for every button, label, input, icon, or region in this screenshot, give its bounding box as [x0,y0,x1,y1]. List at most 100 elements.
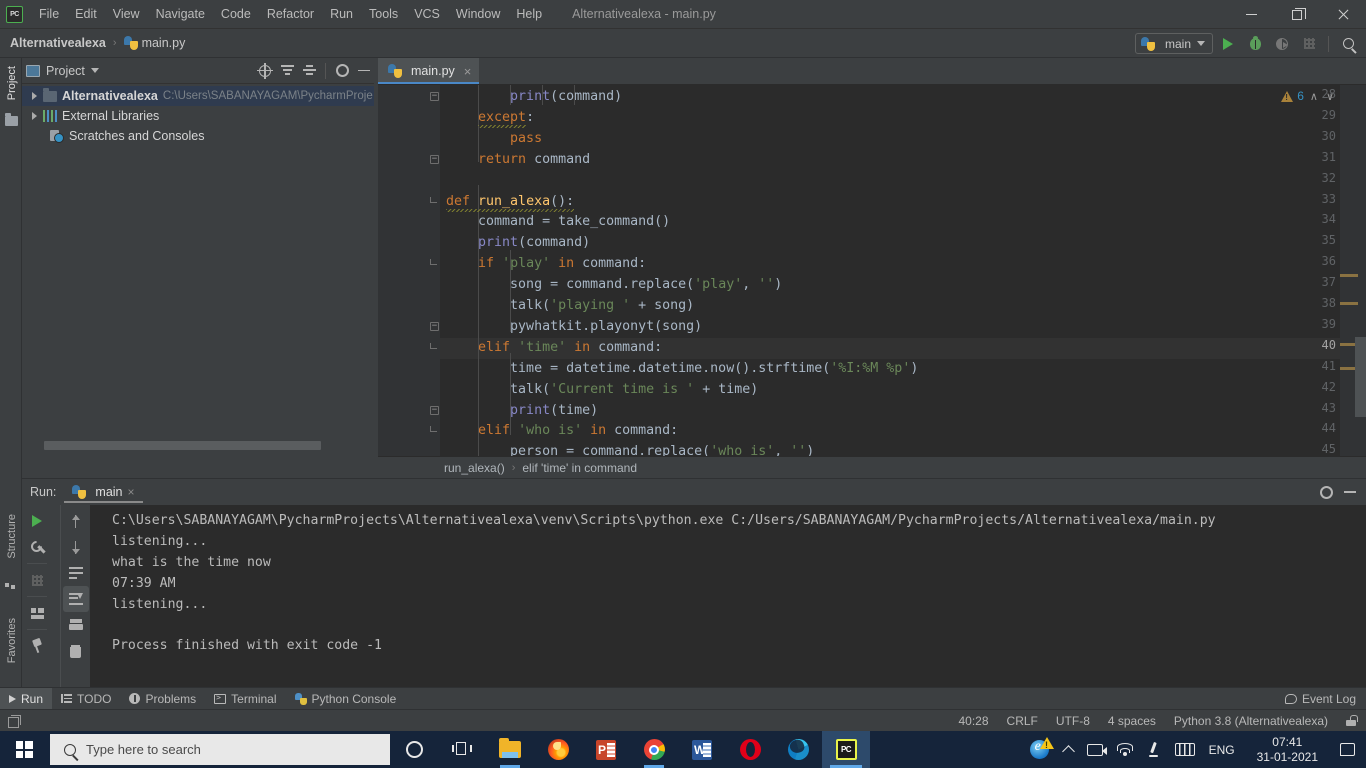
sidebar-tab-favorites[interactable]: Favorites [3,614,21,667]
soft-wrap-button[interactable] [63,560,89,586]
task-view-button[interactable] [438,731,486,768]
expand-all-button[interactable] [277,61,297,81]
coverage-button[interactable] [1270,32,1294,56]
taskbar-app-file-explorer[interactable] [486,731,534,768]
close-icon[interactable]: × [464,64,472,79]
bottom-tab-terminal[interactable]: Terminal [205,688,285,710]
caret-position[interactable]: 40:28 [959,714,989,728]
menu-edit[interactable]: Edit [67,3,105,25]
next-occurrence-button[interactable] [63,534,89,560]
previous-problem-icon[interactable]: ∧ [1308,90,1320,103]
minimize-button[interactable] [1228,0,1274,29]
bottom-tab-run[interactable]: Run [0,687,53,710]
tray-language[interactable]: ENG [1202,731,1242,768]
search-everywhere-button[interactable] [1336,32,1360,56]
code-fold-icon[interactable] [430,196,437,203]
cortana-button[interactable] [390,731,438,768]
layout-button[interactable] [24,600,50,626]
tray-clock[interactable]: 07:41 31-01-2021 [1242,731,1333,768]
profile-button[interactable] [1297,32,1321,56]
next-problem-icon[interactable]: ∨ [1324,90,1336,103]
menu-file[interactable]: File [31,3,67,25]
code-fold-icon[interactable] [430,426,437,433]
taskbar-app-firefox[interactable] [534,731,582,768]
editor-tab-main-py[interactable]: main.py × [378,58,480,84]
code-fold-icon[interactable]: − [430,154,439,164]
code-fold-icon[interactable]: − [430,92,439,101]
run-button[interactable] [1216,32,1240,56]
code-fold-icon[interactable]: − [430,405,439,415]
editor-vertical-scrollbar-thumb[interactable] [1355,337,1366,417]
debug-button[interactable] [1243,32,1267,56]
inspection-widget[interactable]: 6 ∧ ∨ [1281,89,1336,103]
collapse-all-button[interactable] [299,61,319,81]
scrollbar-thumb[interactable] [44,441,321,450]
maximize-button[interactable] [1274,0,1320,29]
hide-panel-button[interactable] [354,61,374,81]
tray-network[interactable] [1110,731,1140,768]
tray-show-hidden-icons[interactable] [1057,731,1080,768]
taskbar-app-word[interactable]: W [678,731,726,768]
run-console-output[interactable]: C:\Users\SABANAYAGAM\PycharmProjects\Alt… [90,505,1366,688]
tray-action-center[interactable] [1333,731,1362,768]
indent-setting[interactable]: 4 spaces [1108,714,1156,728]
bottom-tab-problems[interactable]: Problems [120,688,205,710]
run-settings-button[interactable] [1316,482,1336,502]
python-interpreter[interactable]: Python 3.8 (Alternativealexa) [1174,714,1328,728]
clear-all-button[interactable] [63,638,89,664]
breadcrumb-file[interactable]: main.py [122,34,188,52]
project-settings-button[interactable] [332,61,352,81]
project-panel-title[interactable]: Project [46,64,85,78]
code-fold-icon[interactable]: − [430,321,439,331]
sidebar-tab-project[interactable]: Project [3,62,21,104]
stop-button[interactable] [24,567,50,593]
chevron-right-icon[interactable] [32,92,37,100]
breadcrumb-project[interactable]: Alternativealexa [8,34,108,52]
tree-item-scratches-and-consoles[interactable]: Scratches and Consoles [22,126,378,146]
tray-internet-explorer[interactable] [1023,731,1057,768]
bottom-tab-todo[interactable]: TODO [52,688,120,710]
menu-window[interactable]: Window [448,3,508,25]
pin-tab-button[interactable] [24,633,50,659]
chevron-down-icon[interactable] [90,68,99,73]
breadcrumb-function[interactable]: run_alexa() [444,461,505,475]
previous-occurrence-button[interactable] [63,508,89,534]
bottom-tab-python-console[interactable]: Python Console [286,688,406,710]
event-log-button[interactable]: Event Log [1284,692,1366,706]
run-configuration-selector[interactable]: main [1134,33,1213,54]
menu-vcs[interactable]: VCS [406,3,448,25]
chevron-right-icon[interactable] [32,112,37,120]
editor-body[interactable]: 28−29 30 31−32 33 34 35 36 37 38 39−40 41 42 43−44 45… [378,85,1366,456]
menu-tools[interactable]: Tools [361,3,406,25]
taskbar-app-chrome[interactable] [630,731,678,768]
taskbar-search-input[interactable]: Type here to search [50,734,390,765]
tray-touch-keyboard[interactable] [1168,731,1202,768]
scroll-to-end-button[interactable] [62,586,89,612]
editor-marker[interactable] [1340,274,1358,277]
menu-refactor[interactable]: Refactor [259,3,322,25]
tray-camera[interactable] [1080,731,1110,768]
edit-configuration-button[interactable] [24,534,50,560]
run-tab-main[interactable]: main × [64,482,143,503]
file-encoding[interactable]: UTF-8 [1056,714,1090,728]
menu-navigate[interactable]: Navigate [148,3,213,25]
print-button[interactable] [63,612,89,638]
close-icon[interactable]: × [128,485,135,499]
rerun-button[interactable] [24,508,50,534]
taskbar-app-powerpoint[interactable]: P [582,731,630,768]
structure-icon[interactable] [5,583,16,592]
menu-help[interactable]: Help [508,3,550,25]
project-horizontal-scrollbar[interactable] [44,441,396,450]
code-text[interactable]: print(command) except: pass return comma… [440,85,1366,456]
code-fold-icon[interactable] [430,342,437,349]
window-icon[interactable] [8,714,21,728]
code-fold-icon[interactable] [430,259,437,266]
taskbar-app-opera[interactable] [726,731,774,768]
breadcrumb-statement[interactable]: elif 'time' in command [522,461,637,475]
menu-view[interactable]: View [105,3,148,25]
line-separator[interactable]: CRLF [1007,714,1038,728]
taskbar-app-edge[interactable] [774,731,822,768]
start-button[interactable] [0,731,48,768]
taskbar-app-pycharm[interactable]: PC [822,731,870,768]
menu-code[interactable]: Code [213,3,259,25]
